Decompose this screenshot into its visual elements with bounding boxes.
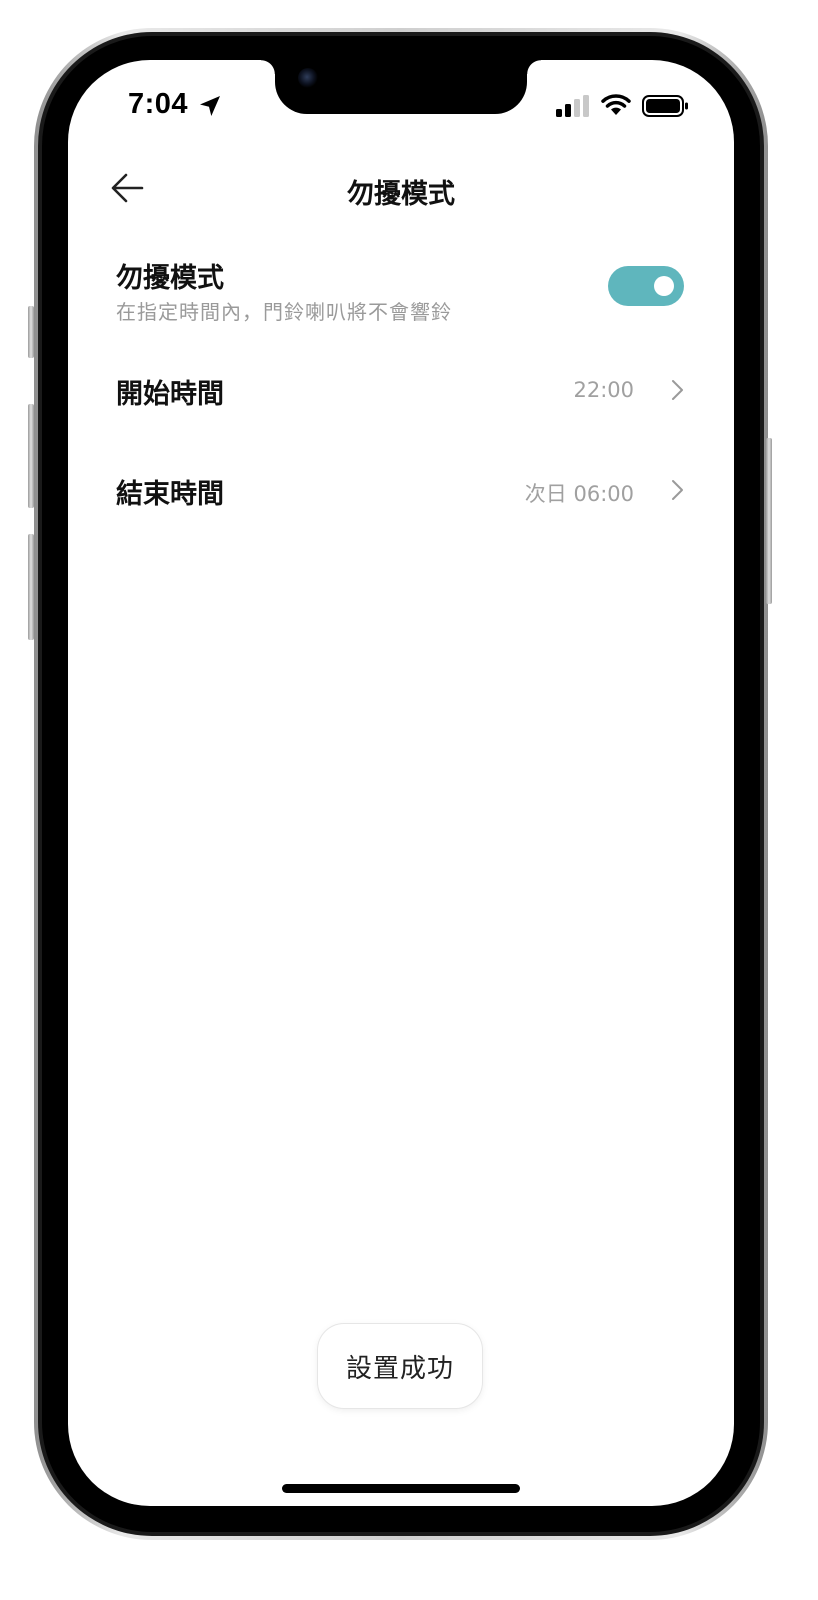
volume-up-button (28, 404, 34, 508)
dnd-setting-row: 勿擾模式 在指定時間內，門鈴喇叭將不會響鈴 (116, 256, 686, 324)
nav-header: 勿擾模式 (68, 164, 734, 212)
end-time-label: 結束時間 (116, 479, 224, 510)
location-arrow-icon (200, 96, 220, 116)
dnd-toggle[interactable] (608, 266, 684, 306)
notch (261, 60, 541, 114)
status-icons (556, 94, 690, 118)
chevron-right-icon (672, 480, 683, 500)
dnd-description: 在指定時間內，門鈴喇叭將不會響鈴 (116, 300, 452, 324)
page-title: 勿擾模式 (347, 179, 455, 210)
volume-down-button (28, 534, 34, 640)
start-time-label: 開始時間 (116, 379, 224, 410)
phone-screen: 7:04 勿擾模式 勿擾模式 在指定時間內，門鈴喇叭將不會響鈴 開始時間 22:… (68, 60, 734, 1506)
toggle-knob (654, 276, 674, 296)
battery-icon (642, 95, 688, 117)
end-time-row[interactable]: 結束時間 次日 06:00 (116, 462, 686, 518)
status-time: 7:04 (128, 88, 189, 120)
end-time-value: 次日 06:00 (524, 482, 634, 506)
wifi-icon (601, 94, 631, 115)
power-button (766, 438, 772, 604)
chevron-right-icon (672, 380, 683, 400)
front-camera (298, 68, 318, 88)
toast-message: 設置成功 (345, 1353, 454, 1384)
dnd-title: 勿擾模式 (116, 263, 224, 294)
cellular-signal-icon (556, 95, 589, 117)
action-button (28, 306, 34, 358)
success-toast: 設置成功 (318, 1324, 482, 1408)
start-time-row[interactable]: 開始時間 22:00 (116, 362, 686, 418)
start-time-value: 22:00 (573, 378, 634, 402)
home-indicator[interactable] (282, 1484, 520, 1493)
